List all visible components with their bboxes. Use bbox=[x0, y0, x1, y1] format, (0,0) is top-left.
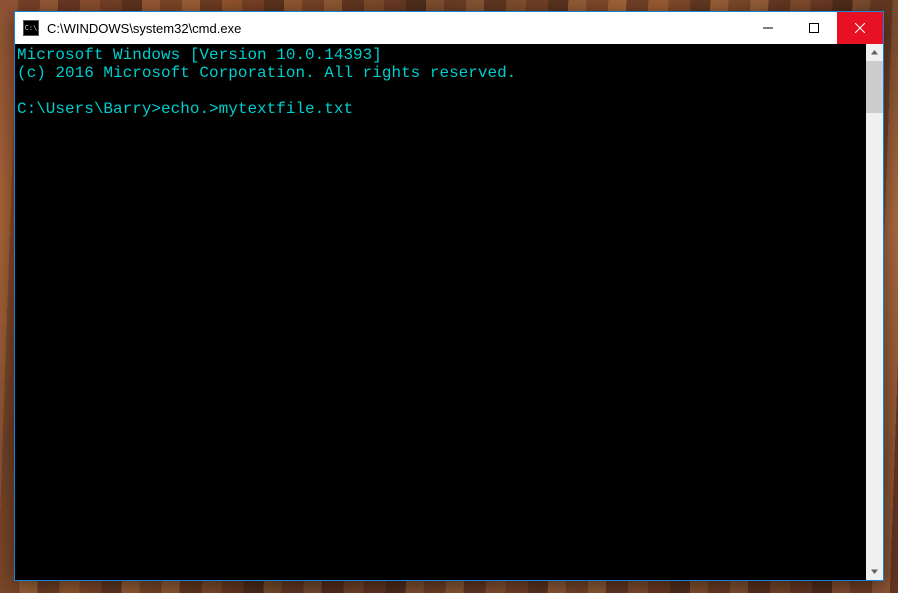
chevron-down-icon bbox=[870, 567, 879, 576]
window-title: C:\WINDOWS\system32\cmd.exe bbox=[47, 21, 745, 36]
chevron-up-icon bbox=[870, 48, 879, 57]
maximize-icon bbox=[809, 23, 819, 33]
minimize-icon bbox=[763, 23, 773, 33]
console-line-version: Microsoft Windows [Version 10.0.14393] bbox=[17, 46, 382, 64]
scrollbar-down-button[interactable] bbox=[866, 563, 883, 580]
console-command: echo.>mytextfile.txt bbox=[161, 100, 353, 118]
client-area: Microsoft Windows [Version 10.0.14393] (… bbox=[15, 44, 883, 580]
scrollbar-up-button[interactable] bbox=[866, 44, 883, 61]
console-prompt: C:\Users\Barry> bbox=[17, 100, 161, 118]
cmd-window: C:\ C:\WINDOWS\system32\cmd.exe Microsof… bbox=[14, 11, 884, 581]
close-icon bbox=[855, 23, 865, 33]
minimize-button[interactable] bbox=[745, 12, 791, 44]
scrollbar-thumb[interactable] bbox=[866, 61, 883, 113]
cmd-icon: C:\ bbox=[23, 20, 39, 36]
vertical-scrollbar[interactable] bbox=[866, 44, 883, 580]
maximize-button[interactable] bbox=[791, 12, 837, 44]
titlebar[interactable]: C:\ C:\WINDOWS\system32\cmd.exe bbox=[15, 12, 883, 44]
console-output[interactable]: Microsoft Windows [Version 10.0.14393] (… bbox=[15, 44, 866, 580]
close-button[interactable] bbox=[837, 12, 883, 44]
console-line-copyright: (c) 2016 Microsoft Corporation. All righ… bbox=[17, 64, 516, 82]
scrollbar-track[interactable] bbox=[866, 61, 883, 563]
window-controls bbox=[745, 12, 883, 44]
